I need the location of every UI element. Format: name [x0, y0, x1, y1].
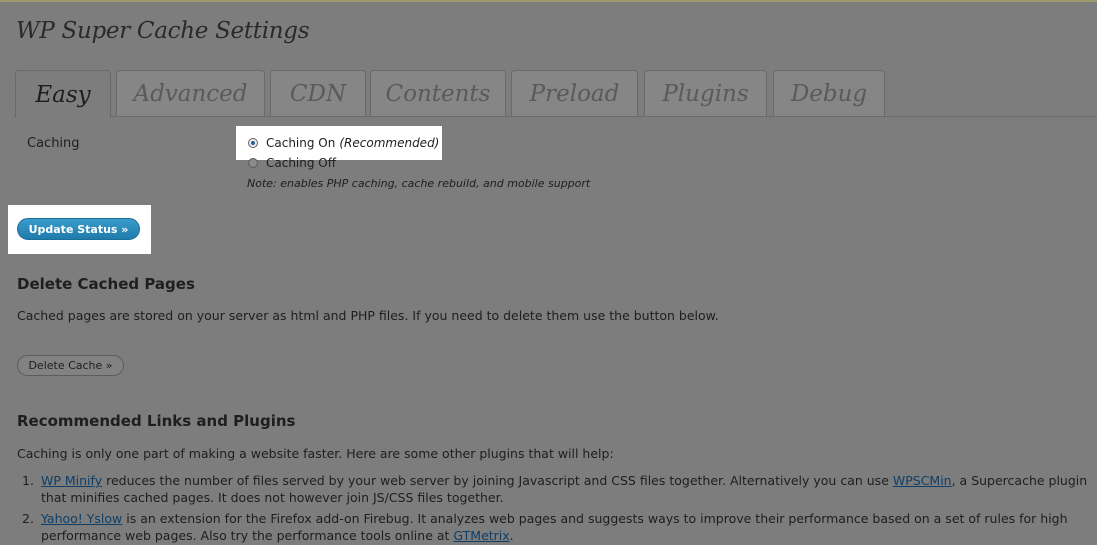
wpscmin-link[interactable]: WPSCMin	[893, 473, 952, 488]
caching-off-label: Caching Off	[266, 156, 337, 170]
delete-cache-button[interactable]: Delete Cache »	[17, 355, 124, 376]
tab-contents[interactable]: Contents	[370, 70, 506, 116]
delete-cached-pages-text: Cached pages are stored on your server a…	[17, 308, 719, 323]
tab-cdn[interactable]: CDN	[270, 70, 366, 116]
list-item-text: .	[509, 528, 514, 543]
tabs-baseline	[14, 116, 1097, 117]
list-item-text: is an extension for the Firefox add-on F…	[41, 511, 1068, 543]
tab-preload[interactable]: Preload	[511, 70, 638, 116]
top-border	[0, 0, 1097, 2]
tab-plugins[interactable]: Plugins	[644, 70, 767, 116]
update-status-button[interactable]: Update Status »	[17, 218, 140, 240]
caching-label: Caching	[27, 136, 80, 151]
gtmetrix-link[interactable]: GTMetrix	[453, 528, 509, 543]
list-item-body: WP Minify reduces the number of files se…	[41, 472, 1091, 506]
tab-advanced[interactable]: Advanced	[116, 70, 265, 116]
caching-on-option[interactable]: Caching On (Recommended)	[248, 136, 439, 150]
caching-off-option[interactable]: Caching Off	[248, 156, 336, 170]
recommended-heading: Recommended Links and Plugins	[17, 412, 296, 430]
list-number: 1.	[22, 473, 34, 488]
tab-easy[interactable]: Easy	[15, 70, 111, 118]
yslow-link[interactable]: Yahoo! Yslow	[41, 511, 122, 526]
tab-debug[interactable]: Debug	[773, 70, 885, 116]
recommended-intro: Caching is only one part of making a web…	[17, 446, 614, 461]
caching-on-radio[interactable]	[248, 138, 258, 148]
list-number: 2.	[22, 511, 34, 526]
recommended-label: (Recommended)	[339, 136, 440, 150]
list-item-text: reduces the number of files served by yo…	[102, 473, 893, 488]
delete-cached-pages-heading: Delete Cached Pages	[17, 275, 195, 293]
caching-off-radio[interactable]	[248, 158, 258, 168]
caching-on-label: Caching On	[266, 136, 336, 150]
wp-minify-link[interactable]: WP Minify	[41, 473, 102, 488]
caching-note: Note: enables PHP caching, cache rebuild…	[247, 177, 591, 190]
list-item-body: Yahoo! Yslow is an extension for the Fir…	[41, 510, 1091, 544]
page-title: WP Super Cache Settings	[16, 18, 310, 44]
